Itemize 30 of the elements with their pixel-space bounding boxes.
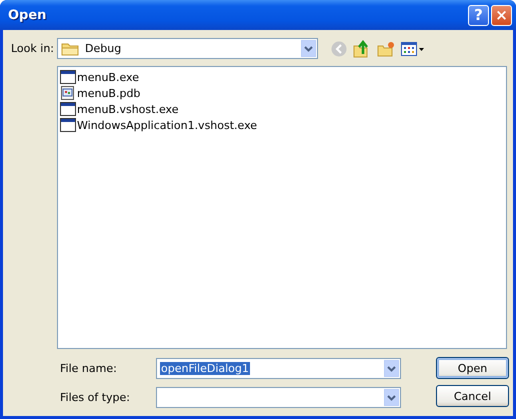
dropdown-button[interactable] bbox=[301, 40, 316, 57]
file-name-field[interactable]: openFileDialog1 bbox=[156, 358, 401, 379]
view-menu-icon[interactable] bbox=[401, 40, 425, 56]
folder-name: Debug bbox=[85, 42, 122, 55]
folder-icon bbox=[61, 42, 79, 56]
dropdown-button[interactable] bbox=[384, 360, 399, 377]
look-in-dropdown[interactable]: Debug bbox=[57, 38, 318, 59]
file-name-label: File name: bbox=[60, 362, 118, 375]
file-type-dropdown[interactable] bbox=[156, 387, 401, 408]
window-icon bbox=[60, 118, 76, 132]
help-button[interactable]: ? bbox=[468, 4, 489, 26]
file-item[interactable]: menuB.exe bbox=[77, 70, 139, 84]
cancel-button[interactable]: Cancel bbox=[436, 385, 509, 407]
window-icon bbox=[60, 102, 76, 116]
open-button[interactable]: Open bbox=[436, 357, 509, 379]
dropdown-button[interactable] bbox=[384, 389, 399, 406]
window-title: Open bbox=[8, 8, 48, 22]
file-item[interactable]: WindowsApplication1.vshost.exe bbox=[77, 118, 258, 132]
document-icon bbox=[60, 86, 76, 100]
window-icon bbox=[60, 70, 76, 84]
file-type-label: Files of type: bbox=[60, 391, 132, 404]
up-folder-icon[interactable] bbox=[353, 40, 371, 58]
look-in-label: Look in: bbox=[11, 42, 55, 55]
file-item[interactable]: menuB.pdb bbox=[77, 86, 140, 100]
chevron-down-icon bbox=[387, 394, 396, 400]
new-folder-icon[interactable] bbox=[377, 40, 395, 56]
chevron-down-icon bbox=[304, 46, 313, 52]
file-item[interactable]: menuB.vshost.exe bbox=[77, 102, 178, 116]
chevron-down-icon bbox=[387, 366, 396, 372]
selected-text: openFileDialog1 bbox=[160, 362, 250, 375]
